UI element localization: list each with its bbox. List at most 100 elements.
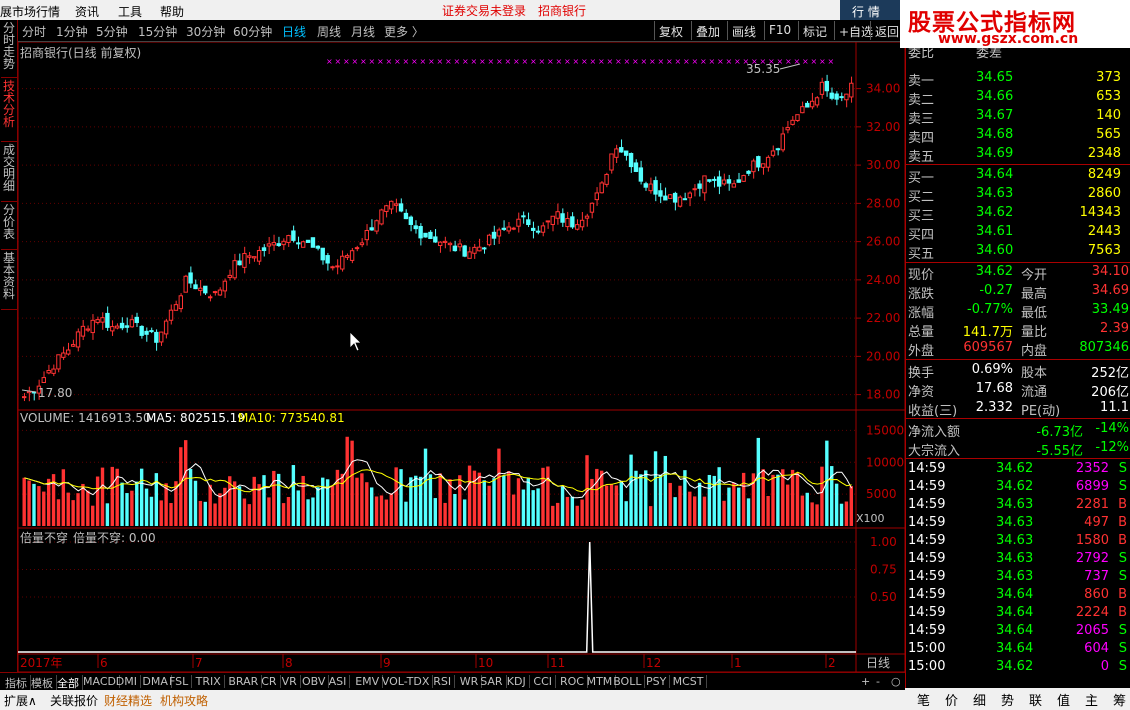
candle-body: [276, 243, 281, 246]
tick-price: 34.63: [996, 497, 1034, 512]
volume-bar: [262, 475, 266, 526]
related-quotes[interactable]: 关联报价: [50, 692, 98, 709]
kline-chart[interactable]: 34.00 32.00 30.00 28.00 26.00 24.00 22.00 20.00…: [18, 42, 905, 672]
indicator-tab[interactable]: PSY: [643, 675, 671, 688]
indicator-tab[interactable]: 全部: [54, 675, 83, 691]
sell-level-price: 34.69: [976, 146, 1014, 161]
overlay-button[interactable]: 叠加: [691, 21, 724, 40]
signal-marker: ×: [785, 57, 792, 66]
menu-help[interactable]: 帮助: [160, 3, 184, 20]
period-15min[interactable]: 15分钟: [138, 23, 177, 40]
indicator-tab[interactable]: TRIX: [193, 675, 225, 688]
period-daily[interactable]: 日线: [282, 23, 306, 40]
quote-tab[interactable]: 行 情: [840, 0, 900, 20]
period-60min[interactable]: 60分钟: [233, 23, 272, 40]
indicator-tab[interactable]: BRAR: [225, 675, 263, 688]
stock-name-alert[interactable]: 招商银行: [538, 2, 586, 19]
panel-tab[interactable]: 主: [1085, 690, 1098, 709]
expand-button[interactable]: 扩展∧: [4, 692, 37, 709]
volume-bar: [203, 501, 207, 526]
chart-area[interactable]: 34.00 32.00 30.00 28.00 26.00 24.00 22.00 20.00…: [18, 42, 905, 672]
candle-body: [286, 235, 291, 243]
candle-body: [628, 153, 634, 168]
candle-body: [751, 160, 756, 173]
indicator-tab[interactable]: CCI: [530, 675, 556, 688]
tab-fundamentals[interactable]: 基本资料: [1, 252, 17, 310]
institution-strategy[interactable]: 机构攻略: [160, 692, 208, 709]
candle-body: [770, 150, 776, 156]
volume-bar: [575, 505, 579, 526]
mark-button[interactable]: 标记: [798, 21, 831, 40]
panel-tab[interactable]: 笔: [917, 690, 930, 709]
candle-body: [80, 325, 86, 337]
volume-bar: [453, 494, 457, 526]
indicator-tab[interactable]: VR: [279, 675, 301, 688]
tick-row: 14:59 34.63 2792 S: [906, 550, 1130, 569]
volume-bar: [692, 496, 697, 526]
buy-level-volume: 2443: [1087, 224, 1121, 239]
tab-trades[interactable]: 成交明细: [1, 144, 17, 202]
period-intraday[interactable]: 分时: [22, 23, 46, 40]
draw-line-button[interactable]: 画线: [727, 21, 760, 40]
tab-intraday[interactable]: 分时走势: [1, 22, 17, 78]
candle-body: [139, 325, 144, 336]
indicator-tab[interactable]: RSI: [430, 675, 456, 688]
bottom-bar: 扩展∧ 关联报价 财经精选 机构攻略: [0, 690, 905, 710]
candle-body: [369, 227, 374, 231]
indicator-tab[interactable]: FSL: [166, 675, 193, 688]
indicator-tab[interactable]: KDJ: [504, 675, 530, 688]
period-more[interactable]: 更多 〉: [384, 23, 424, 40]
volume-bar: [776, 474, 780, 526]
panel-tab[interactable]: 值: [1057, 690, 1070, 709]
menu-tools[interactable]: 工具: [118, 3, 142, 20]
panel-tab[interactable]: 联: [1029, 690, 1042, 709]
indicator-tab[interactable]: 模板: [28, 675, 57, 691]
indicator-tab[interactable]: 指标: [2, 675, 31, 691]
indicator-tab[interactable]: BOLL: [610, 675, 646, 688]
finance-picks[interactable]: 财经精选: [104, 692, 152, 709]
low-price-label: 17.80: [38, 386, 72, 400]
panel-tab[interactable]: 筹: [1113, 690, 1126, 709]
period-30min[interactable]: 30分钟: [186, 23, 225, 40]
panel-tab[interactable]: 势: [1001, 690, 1014, 709]
candle-body: [765, 156, 771, 168]
candle-body: [163, 320, 169, 335]
chart-zoom-control[interactable]: +: [858, 675, 873, 688]
period-5min[interactable]: 5分钟: [96, 23, 128, 40]
flow-percent: -14%: [1095, 421, 1129, 436]
volume-bar: [414, 475, 418, 526]
volume-bar: [355, 477, 359, 526]
fuquan-button[interactable]: 复权: [654, 21, 687, 40]
flow-amount: -5.55亿: [1036, 444, 1083, 459]
volume-bar: [648, 506, 653, 526]
indicator-tab[interactable]: CR: [258, 675, 281, 688]
chart-zoom-control[interactable]: -: [873, 675, 883, 688]
period-weekly[interactable]: 周线: [317, 23, 341, 40]
tab-price-table[interactable]: 分价表: [1, 204, 17, 250]
panel-tab[interactable]: 细: [973, 690, 986, 709]
trade-login-alert[interactable]: 证券交易未登录: [442, 2, 526, 19]
indicator-tab[interactable]: VOL-TDX: [379, 675, 434, 688]
menu-market[interactable]: 展市场行情: [0, 3, 60, 20]
period-1min[interactable]: 1分钟: [56, 23, 88, 40]
back-button[interactable]: 返回: [870, 21, 903, 40]
menu-news[interactable]: 资讯: [75, 3, 99, 20]
candle-body: [501, 227, 507, 230]
f10-button[interactable]: F10: [764, 21, 795, 40]
tab-technical[interactable]: 技术分析: [1, 80, 17, 142]
indicator-tab[interactable]: ASI: [326, 675, 351, 688]
order-ratio-label: 委比: [908, 48, 935, 60]
indicator-tab[interactable]: SAR: [477, 675, 507, 688]
indicator-tab[interactable]: DMI: [113, 675, 142, 688]
volume-bar: [184, 440, 188, 526]
volume-bar: [164, 483, 168, 526]
panel-tab[interactable]: 价: [945, 690, 958, 709]
period-monthly[interactable]: 月线: [351, 23, 375, 40]
indicator-tab[interactable]: MCST: [670, 675, 708, 688]
volume-bar: [374, 496, 379, 526]
candle-body: [535, 230, 541, 233]
buy-level-price: 34.61: [976, 224, 1014, 239]
tick-price: 34.62: [996, 479, 1034, 494]
candle-body: [114, 325, 120, 329]
chart-zoom-control[interactable]: ○: [888, 675, 904, 688]
